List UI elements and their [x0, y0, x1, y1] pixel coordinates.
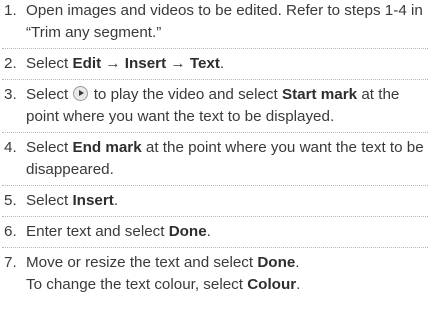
step-1: 1. Open images and videos to be edited. … — [2, 0, 428, 44]
insert-label: Insert — [72, 192, 114, 209]
end-mark-label: End mark — [72, 139, 142, 156]
step-text-lead: Move or resize the text and select — [26, 254, 254, 271]
step-number: 2. — [4, 55, 17, 72]
select-text: Select — [26, 139, 69, 156]
step-3: 3. Select to play the video and select S… — [2, 79, 428, 128]
arrow-icon: → — [170, 55, 186, 72]
step-number: 1. — [4, 2, 17, 19]
text-label: Text — [189, 55, 220, 72]
step-text: Select to play the video and select Star… — [26, 84, 428, 128]
period: . — [295, 254, 300, 271]
start-mark-label: Start mark — [281, 86, 358, 103]
select-text: Select — [26, 86, 69, 103]
instruction-page: 1. Open images and videos to be edited. … — [0, 0, 434, 323]
period: . — [113, 192, 119, 209]
step-6: 6. Enter text and select Done. — [2, 216, 428, 243]
step-text-line2: To change the text colour, select — [26, 276, 243, 293]
play-icon — [73, 86, 89, 101]
period: . — [206, 223, 211, 240]
step-text: Select Insert. — [26, 190, 428, 212]
select-text: Select — [26, 55, 69, 72]
step-text: Enter text and select Done. — [26, 221, 428, 243]
step-number: 4. — [4, 139, 17, 156]
step-text: Select End mark at the point where you w… — [26, 137, 428, 181]
step-text: Move or resize the text and select Done.… — [26, 252, 428, 296]
colour-label: Colour — [247, 276, 297, 293]
step-2: 2. Select Edit → Insert → Text. — [2, 48, 428, 75]
step-text: Open images and videos to be edited. Ref… — [26, 2, 423, 41]
insert-label: Insert — [124, 55, 167, 72]
period: . — [296, 276, 301, 293]
done-label: Done — [168, 223, 207, 240]
done-label: Done — [257, 254, 296, 271]
step-4: 4. Select End mark at the point where yo… — [2, 132, 428, 181]
steps-list: 1. Open images and videos to be edited. … — [2, 0, 428, 296]
period: . — [219, 55, 225, 72]
step-number: 7. — [4, 254, 17, 271]
step-text-middle: to play the video and select — [93, 86, 278, 103]
step-text: Select Edit → Insert → Text. — [26, 53, 428, 75]
arrow-icon: → — [105, 55, 121, 72]
select-text: Select — [26, 192, 69, 209]
step-text-lead: Enter text and select — [26, 223, 165, 240]
edit-label: Edit — [72, 55, 102, 72]
step-number: 3. — [4, 86, 17, 103]
step-7: 7. Move or resize the text and select Do… — [2, 247, 428, 296]
step-5: 5. Select Insert. — [2, 185, 428, 212]
step-number: 5. — [4, 192, 17, 209]
step-number: 6. — [4, 223, 17, 240]
